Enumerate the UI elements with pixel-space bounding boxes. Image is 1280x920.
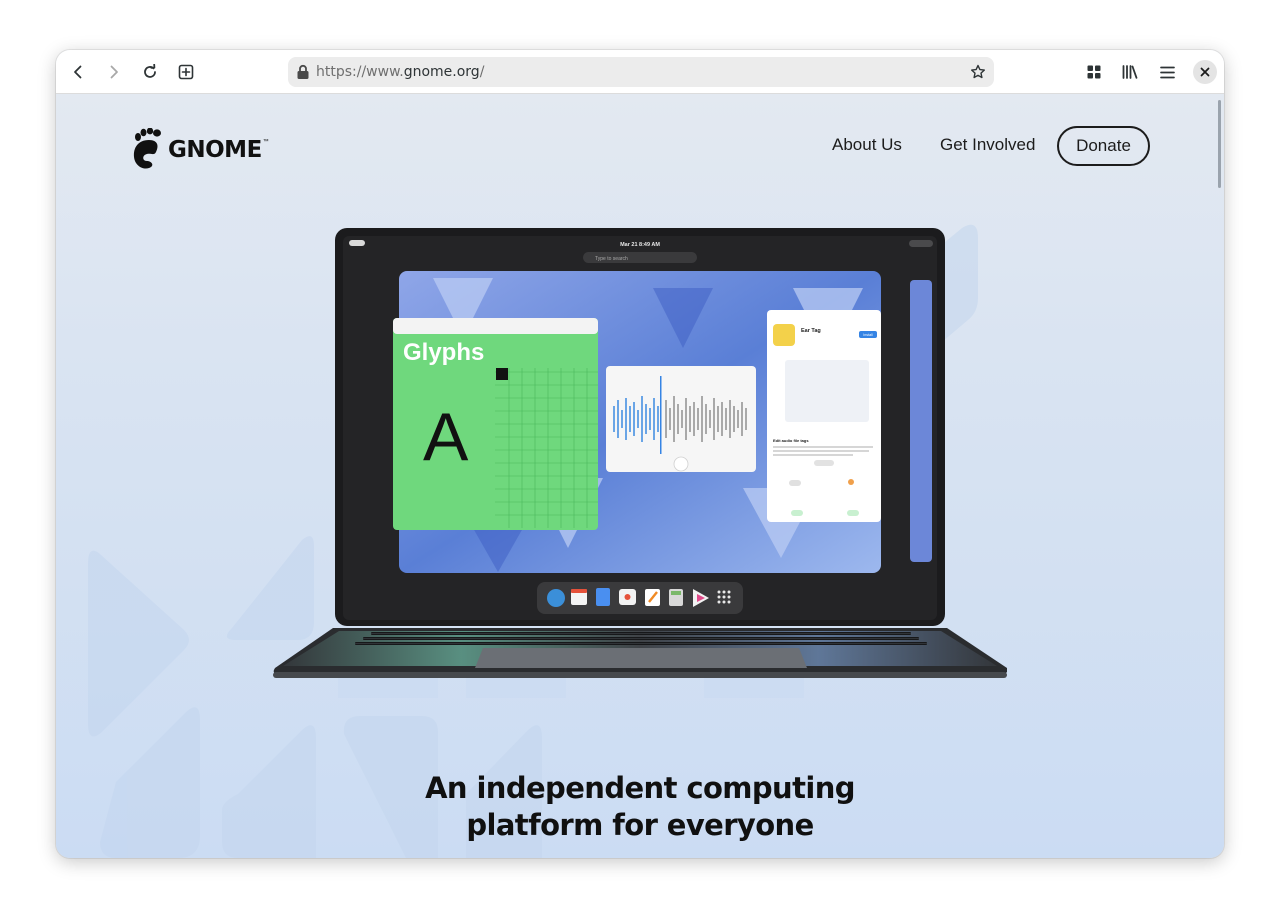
back-button[interactable]	[64, 58, 92, 86]
address-bar[interactable]: https://www.gnome.org/	[288, 57, 994, 87]
lock-icon	[297, 64, 309, 79]
nav-about-us[interactable]: About Us	[832, 135, 902, 155]
app-description-heading: Edit audio file tags	[773, 438, 809, 443]
main-menu-button[interactable]	[1153, 58, 1181, 86]
dock-files-icon	[596, 588, 610, 606]
laptop-trackpad	[475, 648, 807, 668]
hero-heading: An independent computing platform for ev…	[56, 770, 1224, 844]
dock-app-grid-icon	[717, 590, 731, 604]
site-nav: About Us Get Involved Donate	[56, 126, 1224, 166]
new-tab-icon	[178, 64, 194, 80]
new-tab-button[interactable]	[172, 58, 200, 86]
screen-clock: Mar 21 8:49 AM	[620, 242, 660, 248]
laptop-hero-image: Mar 21 8:49 AM Type to search Glyphs A E…	[273, 228, 1007, 678]
tab-overview-button[interactable]	[1080, 58, 1108, 86]
reload-button[interactable]	[136, 58, 164, 86]
web-page: GNOME ™ About Us Get Involved Donate Mar…	[56, 94, 1224, 858]
glyphs-title: Glyphs	[403, 339, 484, 366]
library-icon	[1122, 65, 1138, 79]
menu-icon	[1159, 66, 1175, 78]
forward-button[interactable]	[100, 58, 128, 86]
back-icon	[74, 65, 82, 79]
close-icon	[1200, 67, 1210, 77]
dock-web-icon	[547, 589, 565, 607]
glyph-preview: A	[423, 399, 469, 475]
reload-icon	[144, 64, 156, 78]
donate-button[interactable]: Donate	[1057, 126, 1150, 166]
browser-toolbar: https://www.gnome.org/	[56, 50, 1224, 94]
dock	[537, 582, 743, 614]
nav-get-involved[interactable]: Get Involved	[940, 135, 1035, 155]
hero-heading-line-1: An independent computing	[425, 771, 855, 805]
bookmark-button[interactable]	[968, 62, 988, 82]
svg-text:Install: Install	[863, 333, 873, 337]
svg-text:Type to search: Type to search	[595, 256, 628, 262]
hero-heading-line-2: platform for everyone	[466, 808, 814, 842]
close-window-button[interactable]	[1193, 60, 1217, 84]
bookmark-star-icon	[971, 64, 985, 79]
grid-icon	[1087, 65, 1101, 79]
url-text: https://www.gnome.org/	[316, 64, 485, 80]
page-scrollbar[interactable]	[1218, 100, 1221, 188]
browser-window: https://www.gnome.org/ GNOME ™ About Us …	[56, 50, 1224, 858]
forward-icon	[110, 65, 118, 79]
library-button[interactable]	[1116, 58, 1144, 86]
app-title: Ear Tag	[801, 328, 821, 334]
